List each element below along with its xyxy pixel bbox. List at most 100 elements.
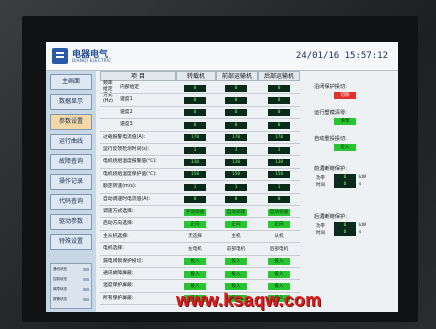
sidebar-item-6[interactable]: 代码查询 [50, 194, 92, 210]
row-label: 通讯故障屏蔽: [103, 271, 134, 276]
sidebar-item-8[interactable]: 特殊设置 [50, 234, 92, 250]
value-cell[interactable]: 0 [268, 97, 290, 105]
table-row: 调速方式选择: 手动调速 自动调速 自动调速 [100, 206, 300, 219]
status-row-label: 报警状态 [53, 297, 67, 301]
sidebar-item-3[interactable]: 运行曲线 [50, 134, 92, 150]
value-cell[interactable]: 左电机 [184, 246, 206, 253]
row-label: 主从机选择: [103, 233, 129, 239]
value-cell[interactable]: 0 [225, 196, 247, 204]
unit-label: kW [359, 223, 367, 228]
header-loader: 转载机 [176, 71, 216, 81]
header-front-conveyor: 前部运输机 [216, 71, 258, 81]
value-cell[interactable]: 130 [268, 159, 290, 167]
value-cell[interactable]: 主机 [225, 233, 247, 240]
value-cell[interactable]: 从机 [268, 233, 290, 240]
value-cell[interactable]: 170 [225, 134, 247, 142]
table-row: 额定转速(m/s): 1 1 1 [100, 181, 300, 194]
value-cell[interactable]: 投入 [225, 270, 247, 278]
sidebar-item-2[interactable]: 参数设置 [50, 114, 92, 130]
value-cell[interactable]: 投入 [268, 258, 290, 266]
value-cell[interactable]: 后部电机 [268, 246, 290, 253]
hmi-screen: 电器电气 DIANQI ELECTRIC 24/01/16 15:57:12 主… [46, 42, 398, 312]
value-cell[interactable]: 手动调速 [184, 208, 206, 216]
value-cell[interactable]: 正向 [225, 221, 247, 229]
value-cell[interactable]: 130 [184, 159, 206, 167]
header-rear-conveyor: 后部运输机 [258, 71, 300, 81]
value-cell[interactable]: 150 [184, 171, 206, 179]
unit-label: s [359, 230, 362, 235]
sidebar-item-0[interactable]: 主画面 [50, 74, 92, 90]
value-cell[interactable]: 投入 [225, 258, 247, 266]
sidebar-item-1[interactable]: 数据显示 [50, 94, 92, 110]
status-panel: 通讯状态 控制状态 故障状态 报警状态 [50, 263, 92, 309]
row-label: 额定转速(m/s): [103, 184, 137, 190]
sidebar-item-4[interactable]: 故障查询 [50, 154, 92, 170]
value-cell[interactable]: 1 [268, 183, 290, 191]
value-cell[interactable]: 3 [225, 146, 247, 154]
value-cell[interactable]: 3 [268, 146, 290, 154]
row-label: 温度保护屏蔽: [103, 283, 134, 289]
status-row-label: 故障状态 [53, 287, 67, 291]
value-field[interactable]: 0 [334, 222, 356, 229]
brand-logo-icon [52, 48, 68, 64]
status-led-icon [83, 288, 89, 291]
header-item: 项 目 [100, 71, 176, 81]
table-row: 运行反馈检测时间(s): 3 3 3 [100, 144, 300, 157]
table-row: 漏电闭锁保护投切: 投入 投入 投入 [100, 256, 300, 268]
value-cell[interactable]: 投入 [268, 270, 290, 278]
value-field[interactable]: 0 [334, 229, 356, 236]
unit-label: kW [359, 175, 367, 180]
value-cell[interactable]: 正向 [268, 221, 290, 229]
row-label: 调速方式选择: [103, 209, 134, 214]
row-label: 电机选择: [103, 246, 124, 252]
table-row: 启动方向选择: 正向 正向 正向 [100, 218, 300, 231]
value-cell[interactable]: 投入 [184, 270, 206, 278]
value-cell[interactable]: 0 [225, 97, 247, 105]
sidebar-item-7[interactable]: 驱动参数 [50, 214, 92, 230]
value-cell[interactable]: 0 [268, 196, 290, 204]
value-cell[interactable]: 0 [268, 109, 290, 117]
value-field[interactable]: 0 [334, 174, 356, 181]
toggle-button[interactable]: 清零 [334, 118, 356, 125]
value-cell[interactable]: 130 [225, 159, 247, 167]
value-field[interactable]: 0 [334, 181, 356, 188]
row-label: 自动调速时电流值(A): [103, 196, 151, 202]
row-label: 速度1 [120, 97, 133, 103]
value-cell[interactable]: 前部电机 [225, 246, 247, 253]
value-cell[interactable]: 150 [268, 171, 290, 179]
table-row: 自动调速时电流值(A): 0 0 0 [100, 194, 300, 206]
value-cell[interactable]: 无选择 [184, 233, 206, 240]
value-cell[interactable]: 1 [184, 183, 206, 191]
toggle-button[interactable]: 投入 [334, 144, 356, 151]
value-cell[interactable]: 自动调速 [268, 208, 290, 216]
value-cell[interactable]: 0 [184, 196, 206, 204]
value-cell[interactable]: 0 [268, 84, 290, 92]
value-cell[interactable]: 0 [184, 121, 206, 129]
value-cell[interactable]: 0 [184, 84, 206, 92]
value-cell[interactable]: 0 [225, 84, 247, 92]
row-label: 速度2 [120, 109, 133, 115]
status-led-icon [83, 278, 89, 281]
protection-label: 沿闭保护投切: [314, 84, 347, 90]
value-cell[interactable]: 3 [184, 146, 206, 154]
table-row: 过载报警电流值(A): 170 170 170 [100, 132, 300, 144]
value-cell[interactable]: 1 [225, 183, 247, 191]
row-label: 运行反馈检测时间(s): [103, 147, 150, 152]
toggle-button[interactable]: 切除 [334, 92, 356, 99]
protection-label: 前湄断链保护: [314, 166, 347, 172]
sidebar-item-5[interactable]: 操作记录 [50, 174, 92, 190]
value-cell[interactable]: 0 [184, 97, 206, 105]
row-label: 电机绕组温度保护值(℃): [103, 171, 157, 177]
value-cell[interactable]: 自动调速 [225, 208, 247, 216]
value-cell[interactable]: 投入 [184, 258, 206, 266]
protection-panel: 沿闭保护投切: 切除 运行塑模清零: 清零 自动重投投切: 投入 前湄断链保护: 功率 0 kW 时… [304, 71, 394, 312]
table-row: 通讯故障屏蔽: 投入 投入 投入 [100, 268, 300, 281]
value-cell[interactable]: 170 [268, 134, 290, 142]
value-cell[interactable]: 0 [184, 109, 206, 117]
value-cell[interactable]: 0 [225, 121, 247, 129]
value-cell[interactable]: 0 [225, 109, 247, 117]
value-cell[interactable]: 0 [268, 121, 290, 129]
value-cell[interactable]: 150 [225, 171, 247, 179]
value-cell[interactable]: 正向 [184, 221, 206, 229]
value-cell[interactable]: 170 [184, 134, 206, 142]
